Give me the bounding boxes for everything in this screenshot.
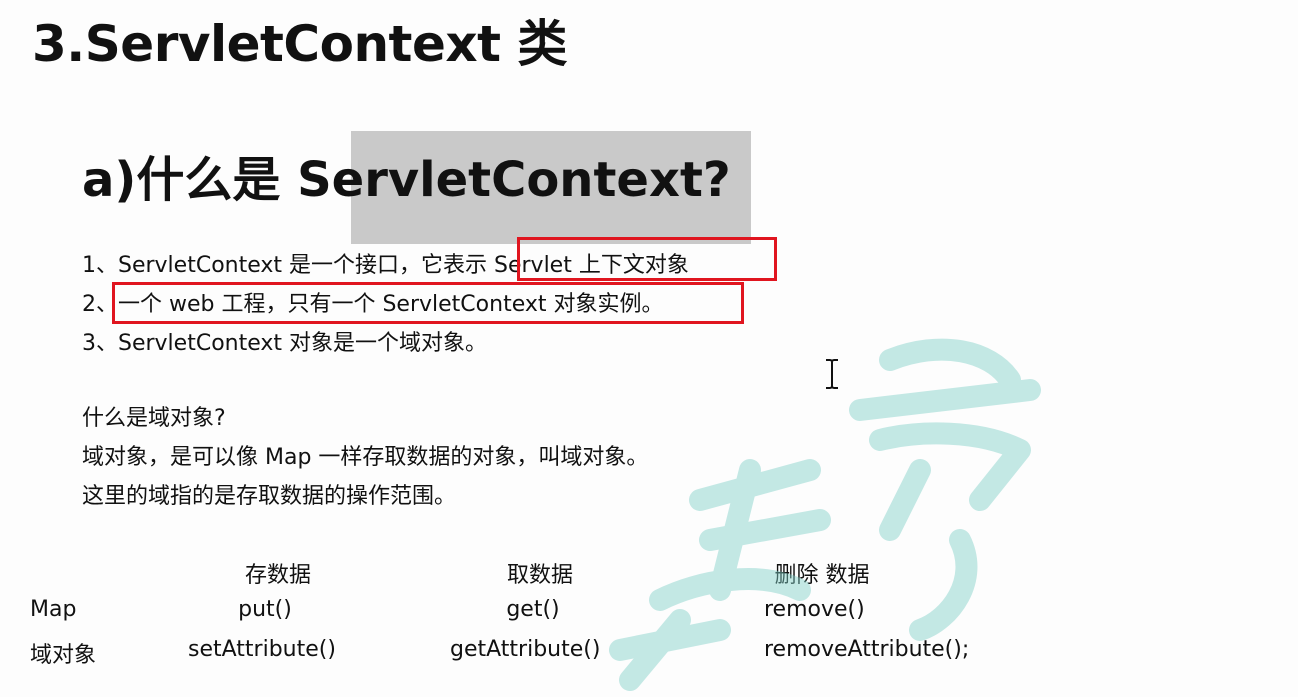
domain-question: 什么是域对象? [82,406,226,431]
domain-line: 这里的域指的是存取数据的操作范围。 [82,484,457,509]
table-cell: put() [238,597,292,622]
table-row-label: Map [30,597,77,622]
section-subtitle: a)什么是 ServletContext? [82,140,731,210]
red-highlight-box [517,237,777,281]
text-cursor-icon [826,359,838,389]
subtitle-name: ServletContext [297,152,703,208]
subtitle-prefix: a)什么是 [82,152,281,208]
domain-explanation: 什么是域对象? 域对象，是可以像 Map 一样存取数据的对象，叫域对象。 这里的… [82,399,648,516]
table-header: 取数据 [506,563,573,588]
table-cell: removeAttribute(); [764,637,970,662]
table-header: 存数据 [244,563,311,588]
table-row-label: 域对象 [30,643,97,668]
point-item: 3、ServletContext 对象是一个域对象。 [82,331,488,356]
subtitle-question-mark: ? [702,152,731,208]
table-cell: remove() [764,597,865,622]
domain-line: 域对象，是可以像 Map 一样存取数据的对象，叫域对象。 [82,445,649,470]
table-header: 删除 数据 [774,563,870,588]
slide-title: 3.ServletContext 类 [32,15,567,73]
table-cell: get() [506,597,560,622]
red-highlight-box [112,282,744,324]
slide-page: 3.ServletContext 类 a)什么是 ServletContext?… [0,0,1298,697]
table-cell: getAttribute() [450,637,601,662]
table-cell: setAttribute() [188,637,336,662]
